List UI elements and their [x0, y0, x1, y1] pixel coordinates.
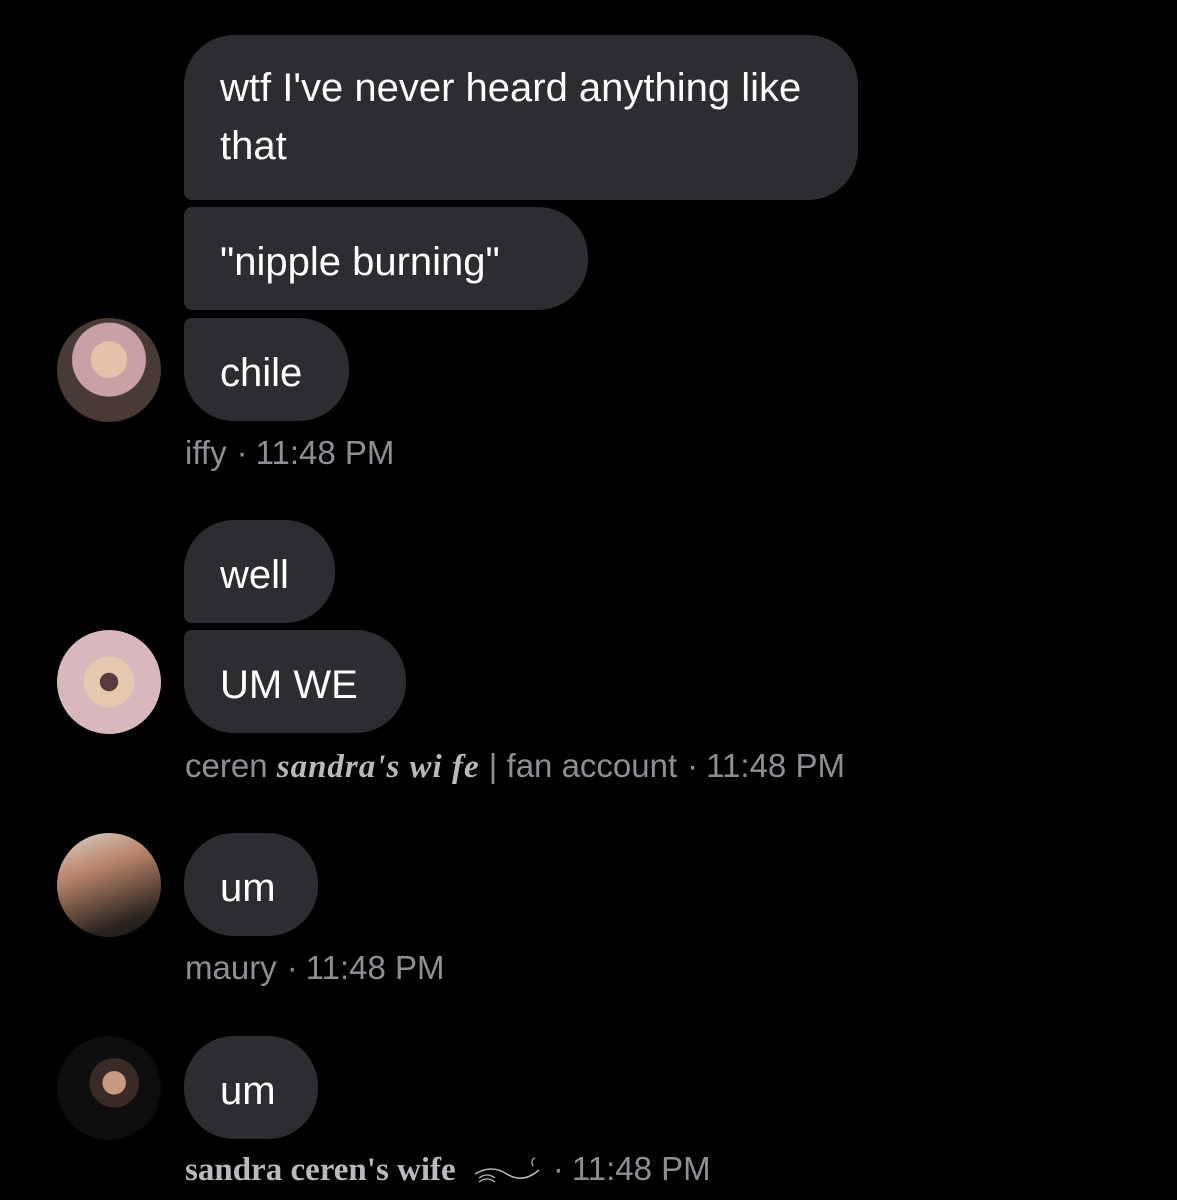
message-bubble[interactable]: "nipple burning" [184, 207, 588, 310]
message-bubble[interactable]: well [184, 520, 335, 623]
sender-name[interactable]: ceren sandra's wi fe | fan account [185, 747, 678, 785]
message-text: "nipple burning" [220, 240, 500, 284]
timestamp: 11:48 PM [305, 949, 445, 986]
avatar[interactable] [57, 318, 161, 422]
avatar[interactable] [57, 833, 161, 937]
meta-separator: · [687, 747, 699, 784]
message-bubble[interactable]: UM WE [184, 630, 406, 733]
swirl-icon [474, 1157, 540, 1183]
message-text: um [220, 866, 276, 910]
sender-name-plain: ceren [185, 747, 268, 784]
message-meta: iffy · 11:48 PM [185, 434, 394, 472]
sender-name-fancy: sandra's wi fe [276, 749, 480, 785]
meta-separator: · [552, 1150, 564, 1187]
timestamp: 11:48 PM [255, 434, 395, 471]
avatar[interactable] [57, 1036, 161, 1140]
message-bubble[interactable]: chile [184, 318, 349, 421]
chat-thread: wtf I've never heard anything like that … [0, 0, 1177, 1200]
timestamp: 11:48 PM [571, 1150, 711, 1187]
message-text: well [220, 553, 289, 597]
avatar[interactable] [57, 630, 161, 734]
meta-separator: · [236, 434, 248, 471]
message-meta: ceren sandra's wi fe | fan account · 11:48… [185, 747, 845, 786]
meta-separator: · [286, 949, 298, 986]
message-bubble[interactable]: um [184, 833, 318, 936]
sender-name[interactable]: maury [185, 949, 277, 986]
message-meta: maury · 11:48 PM [185, 949, 445, 987]
sender-name[interactable]: sandra ceren's wife [185, 1152, 456, 1188]
message-text: wtf I've never heard anything like that [220, 66, 802, 168]
message-text: chile [220, 351, 303, 395]
message-bubble[interactable]: wtf I've never heard anything like that [184, 35, 858, 200]
sender-name[interactable]: iffy [185, 434, 227, 471]
message-text: UM WE [220, 663, 358, 707]
timestamp: 11:48 PM [706, 747, 845, 784]
message-text: um [220, 1069, 276, 1113]
message-bubble[interactable]: um [184, 1036, 318, 1139]
message-meta: sandra ceren's wife · 11:48 PM [185, 1150, 711, 1189]
sender-name-suffix: | fan account [488, 747, 678, 784]
